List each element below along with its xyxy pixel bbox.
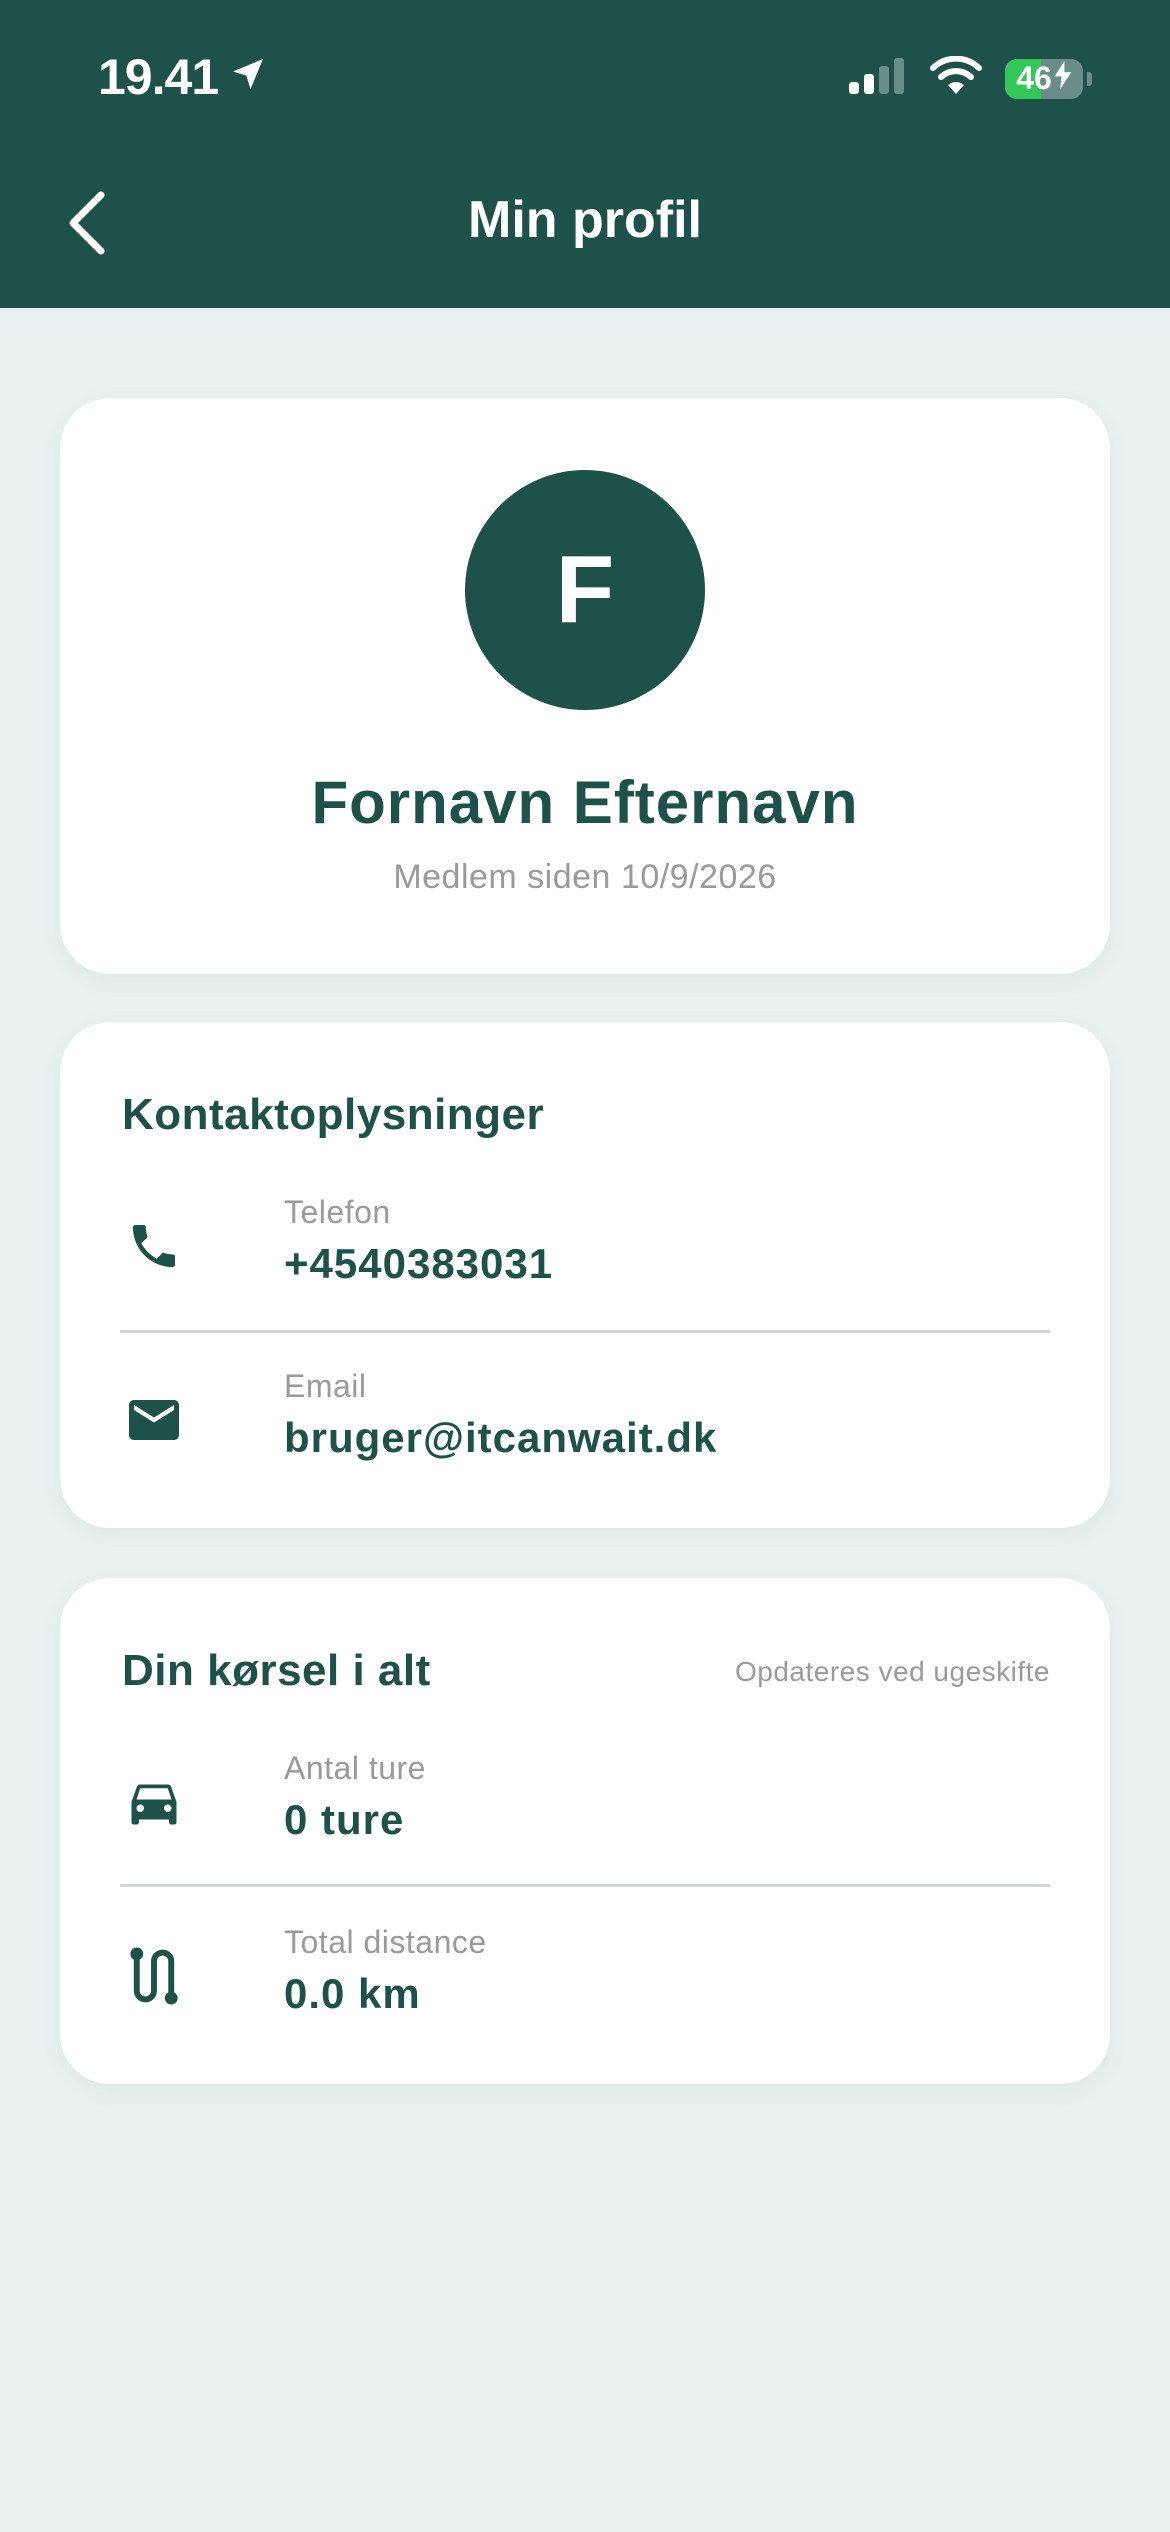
driving-row-trips: Antal ture 0 ture (122, 1750, 1050, 1860)
mail-icon (122, 1388, 186, 1452)
driving-title: Din kørsel i alt (122, 1646, 431, 1695)
battery-text: 46 (1016, 60, 1072, 97)
driving-update-note: Opdateres ved ugeskifte (734, 1656, 1050, 1687)
distance-label: Total distance (284, 1924, 487, 1960)
driving-divider (120, 1884, 1050, 1887)
route-icon (122, 1944, 186, 2008)
contact-divider (120, 1330, 1050, 1333)
charging-bolt-icon (1054, 60, 1072, 97)
distance-value: 0.0 km (284, 1970, 421, 2017)
trips-label: Antal ture (284, 1750, 426, 1786)
profile-name: Fornavn Efternavn (311, 769, 859, 836)
contact-card: Kontaktoplysninger Telefon +4540383031 E… (60, 1022, 1110, 1528)
trips-value: 0 ture (284, 1796, 405, 1843)
status-time: 19.41 (98, 49, 219, 105)
avatar-initial: F (555, 536, 615, 643)
car-icon (122, 1770, 186, 1834)
status-bar-indicators: 46 (847, 55, 1092, 101)
battery-indicator: 46 (1005, 58, 1083, 99)
battery-level: 46 (1016, 60, 1052, 96)
wifi-icon (929, 55, 983, 101)
contact-title: Kontaktoplysninger (122, 1090, 545, 1139)
phone-icon (122, 1214, 186, 1278)
location-arrow-icon (228, 48, 268, 106)
email-value: bruger@itcanwait.dk (284, 1414, 718, 1461)
phone-value: +4540383031 (284, 1240, 554, 1287)
app-header: 19.41 46 Min profil (0, 0, 1170, 308)
phone-label: Telefon (284, 1194, 391, 1230)
avatar: F (465, 470, 705, 710)
battery-cap (1087, 71, 1092, 86)
status-bar-time-group: 19.41 (98, 48, 268, 106)
driving-card: Din kørsel i alt Opdateres ved ugeskifte… (60, 1578, 1110, 2084)
page-title: Min profil (468, 191, 702, 249)
member-since: Medlem siden 10/9/2026 (393, 858, 777, 896)
driving-row-distance: Total distance 0.0 km (122, 1924, 1050, 2034)
cellular-signal-icon (847, 56, 907, 101)
email-label: Email (284, 1368, 367, 1404)
contact-row-email: Email bruger@itcanwait.dk (122, 1368, 1050, 1478)
contact-row-phone: Telefon +4540383031 (122, 1194, 1050, 1304)
profile-card: F Fornavn Efternavn Medlem siden 10/9/20… (60, 398, 1110, 974)
